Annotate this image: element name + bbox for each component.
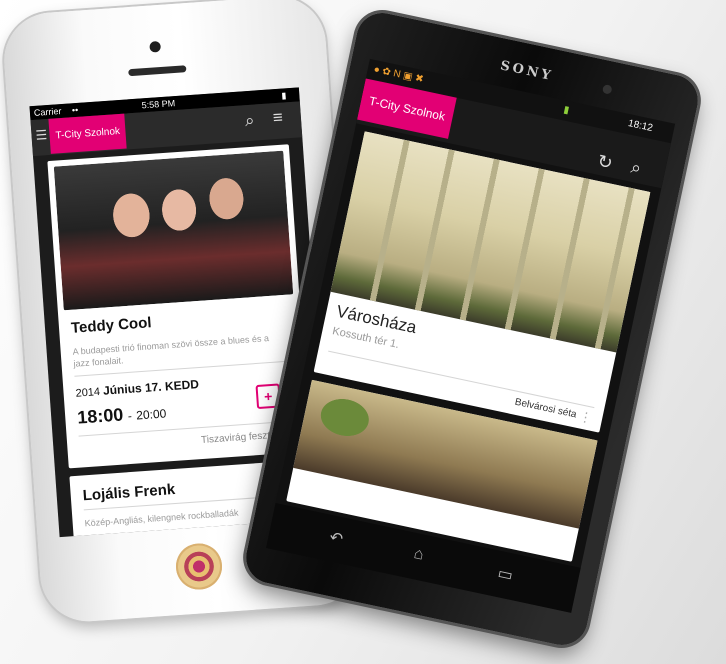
event-start-time: 18:00 bbox=[76, 404, 124, 428]
status-time: 18:12 bbox=[627, 118, 654, 135]
back-icon[interactable]: ↶ bbox=[328, 527, 345, 549]
tour-label[interactable]: Belvárosi séta bbox=[514, 397, 578, 421]
status-time: 5:58 PM bbox=[141, 98, 176, 111]
recents-icon[interactable]: ▭ bbox=[496, 563, 515, 586]
wifi-icon: •• bbox=[71, 104, 79, 116]
carrier-label: Carrier bbox=[33, 106, 62, 118]
event-title: Lojális Frenk bbox=[82, 481, 176, 505]
earpiece-speaker bbox=[128, 65, 187, 77]
event-date-row: 2014 Június 17. KEDD bbox=[75, 377, 199, 400]
event-date: Június 17. KEDD bbox=[102, 377, 200, 398]
front-camera bbox=[149, 40, 162, 53]
battery-icon: ▮ bbox=[281, 90, 287, 101]
search-icon[interactable]: ⌕ bbox=[629, 157, 643, 180]
search-icon[interactable]: ⌕ bbox=[244, 111, 255, 132]
more-icon[interactable]: ⋮ bbox=[578, 408, 594, 426]
brand-logo[interactable]: T-City Szolnok bbox=[48, 113, 128, 154]
menu-icon[interactable]: ☰ bbox=[35, 127, 48, 144]
time-separator: - bbox=[127, 408, 133, 424]
event-card[interactable]: Teddy Cool A budapesti trió finoman szöv… bbox=[47, 144, 311, 469]
event-photo bbox=[53, 150, 294, 311]
battery-icon: ▮ bbox=[562, 104, 571, 117]
home-button[interactable] bbox=[174, 541, 224, 592]
event-year: 2014 bbox=[75, 386, 101, 400]
event-end-time: 20:00 bbox=[135, 406, 167, 423]
list-icon[interactable]: ≡ bbox=[272, 108, 283, 129]
event-title: Teddy Cool bbox=[70, 314, 153, 337]
refresh-icon[interactable]: ↻ bbox=[596, 151, 615, 175]
event-time-row: 18:00 - 20:00 bbox=[77, 401, 167, 428]
home-icon[interactable]: ⌂ bbox=[412, 545, 425, 565]
place-card[interactable]: Városháza Kossuth tér 1. Belvárosi séta … bbox=[313, 131, 651, 433]
